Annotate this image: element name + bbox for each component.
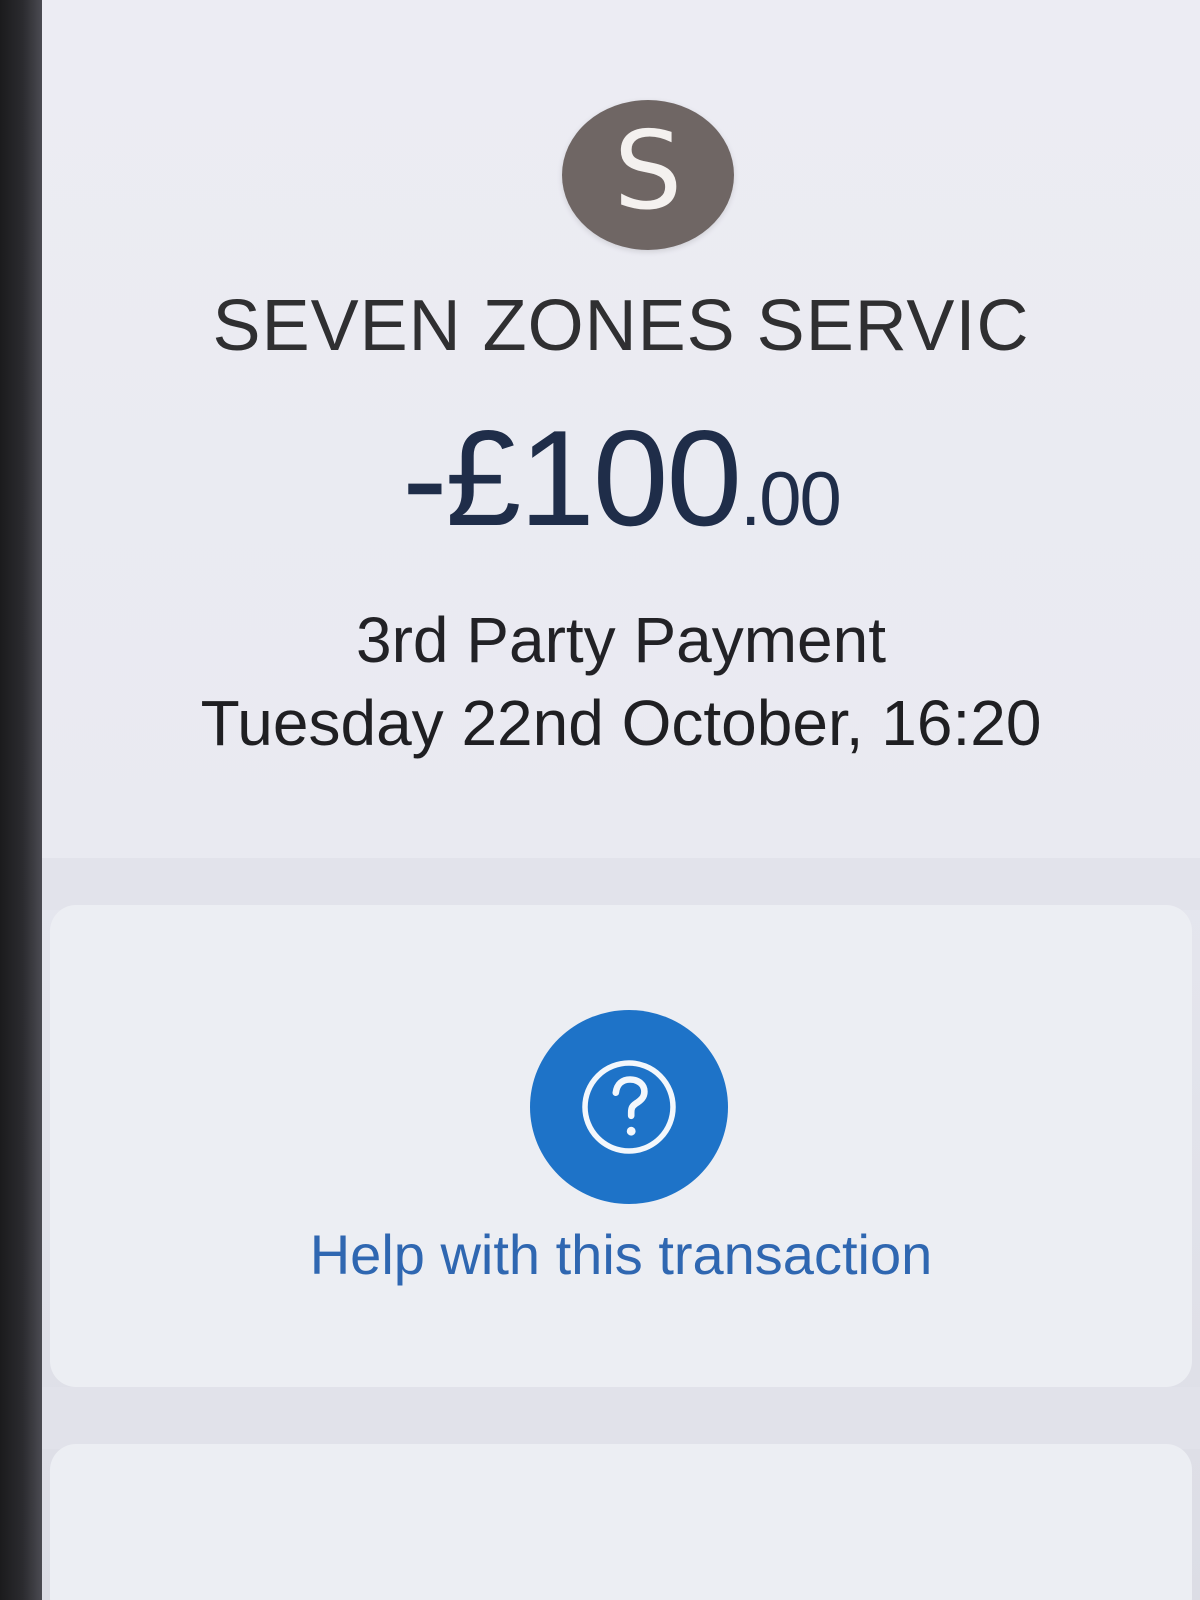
currency-symbol: £ [445,402,522,554]
content-area: S SEVEN ZONES SERVIC -£100.00 3rd Party … [42,0,1200,1600]
description-card [50,1444,1192,1600]
merchant-initial: S [613,109,683,234]
transaction-datetime: Tuesday 22nd October, 16:20 [200,687,1042,759]
amount-sign: - [402,402,447,554]
transaction-header: S SEVEN ZONES SERVIC -£100.00 3rd Party … [42,0,1200,860]
merchant-avatar: S [562,100,734,250]
amount-minor: .00 [740,457,842,542]
help-transaction-link[interactable]: Help with this transaction [42,1222,1200,1287]
merchant-name: SEVEN ZONES SERVIC [212,286,1030,366]
device-edge [0,0,42,1600]
question-mark-icon [582,1060,676,1154]
section-divider [42,858,1200,910]
transaction-type: 3rd Party Payment [356,604,886,676]
amount-major: 100 [519,402,742,554]
section-divider-bottom [42,1387,1200,1449]
transaction-detail-screen: S SEVEN ZONES SERVIC -£100.00 3rd Party … [0,0,1200,1600]
help-button[interactable] [530,1010,728,1204]
transaction-amount: -£100.00 [42,410,1200,546]
